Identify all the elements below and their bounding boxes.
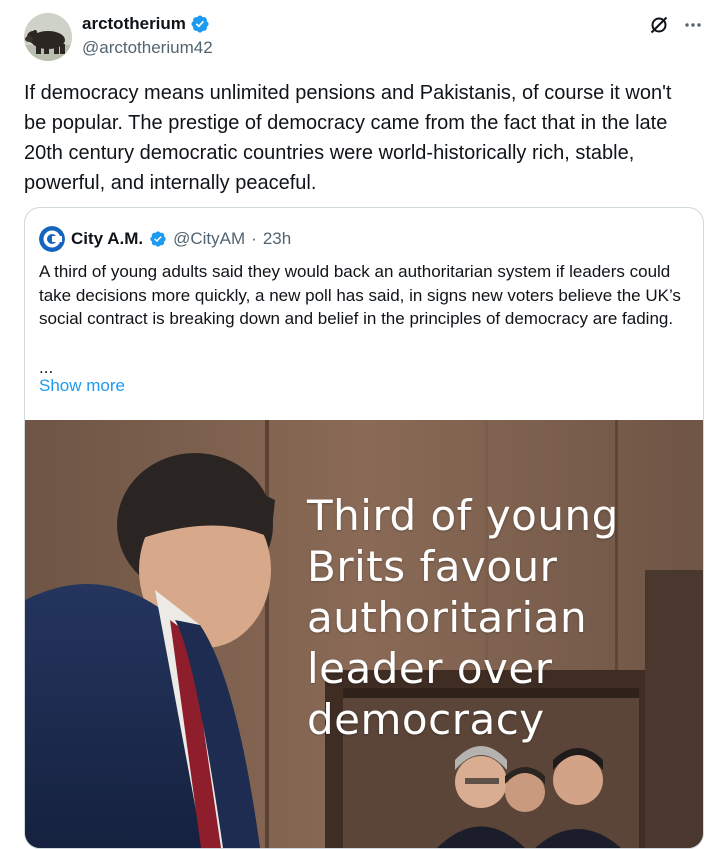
dot-separator: ·: [251, 229, 257, 248]
tweet-text: If democracy means unlimited pensions an…: [24, 82, 678, 194]
bear-avatar-image: [24, 13, 72, 61]
media-headline-text: Third of young Brits favour authoritaria…: [307, 491, 619, 744]
quoted-media-image[interactable]: Third of young Brits favour authoritaria…: [25, 420, 703, 848]
quoted-tweet[interactable]: City A.M. @CityAM · 23h A third of young…: [24, 207, 704, 849]
cityam-logo-icon: [39, 226, 65, 252]
quoted-ellipsis: ...: [39, 358, 54, 377]
quoted-tweet-header: City A.M. @CityAM · 23h: [39, 226, 291, 252]
quoted-author-name[interactable]: City A.M.: [71, 229, 143, 249]
quoted-verified-badge-icon: [150, 231, 166, 247]
show-more-link[interactable]: Show more: [39, 376, 125, 396]
more-options-icon[interactable]: [682, 14, 704, 36]
quoted-tweet-text: A third of young adults said they would …: [39, 262, 686, 328]
quoted-timestamp[interactable]: 23h: [263, 229, 291, 249]
author-name-row[interactable]: arctotherium: [82, 14, 210, 34]
quoted-author-handle[interactable]: @CityAM: [173, 229, 245, 249]
grok-icon[interactable]: [648, 14, 670, 36]
author-name[interactable]: arctotherium: [82, 14, 186, 34]
verified-badge-icon: [191, 15, 209, 33]
author-avatar[interactable]: [24, 13, 72, 61]
author-handle[interactable]: @arctotherium42: [82, 38, 213, 58]
